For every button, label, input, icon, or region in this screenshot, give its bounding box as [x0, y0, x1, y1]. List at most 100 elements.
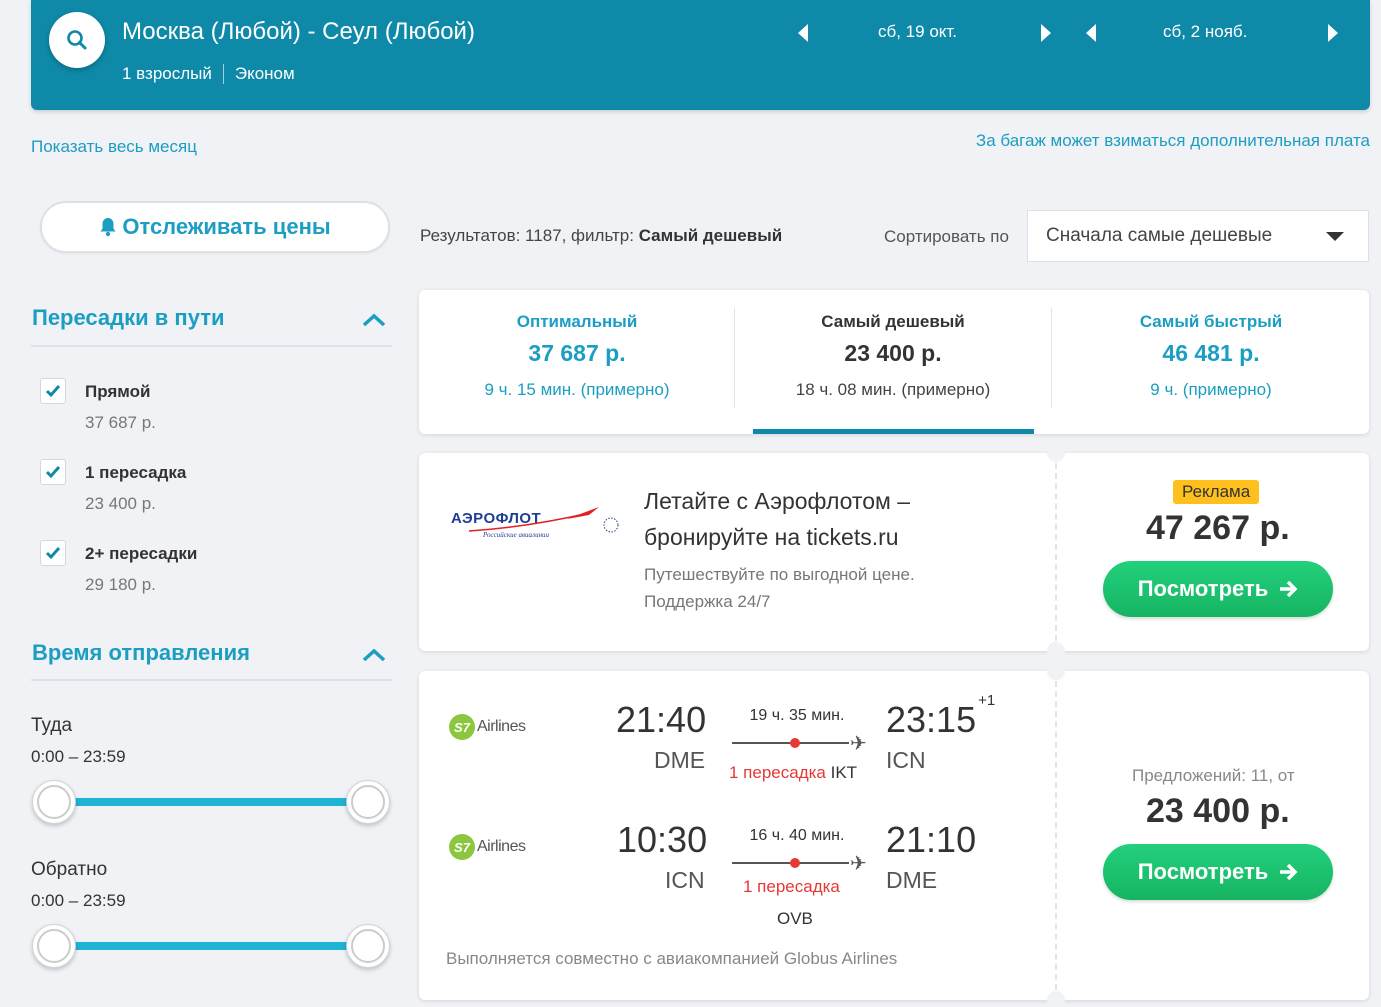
- checkmark-icon: [45, 547, 61, 560]
- track-prices-button[interactable]: Отслеживать цены: [40, 201, 390, 253]
- active-tab-indicator: [753, 429, 1034, 434]
- results-summary: Результатов: 1187, фильтр: Самый дешевый: [420, 226, 782, 246]
- departure-time-filter-title[interactable]: Время отправления: [32, 640, 250, 666]
- inbound-duration: 16 ч. 40 мин.: [749, 827, 845, 844]
- airline-name: Airlines: [477, 718, 526, 735]
- return-date[interactable]: сб, 2 нояб.: [1163, 22, 1247, 42]
- ticket-notch: [1047, 444, 1065, 462]
- s7-airlines-logo: S7 Airlines: [449, 714, 526, 740]
- return-slider-min-handle[interactable]: [32, 924, 76, 968]
- arrow-right-icon: [1280, 863, 1298, 881]
- show-month-link[interactable]: Показать весь месяц: [31, 137, 197, 157]
- tab-duration: 9 ч. (примерно): [1150, 380, 1272, 399]
- depart-date[interactable]: сб, 19 окт.: [878, 22, 957, 42]
- button-label: Посмотреть: [1137, 859, 1269, 884]
- outbound-arrive-time: 23:15 +1: [886, 692, 995, 741]
- caret-down-icon: [1326, 232, 1344, 241]
- tab-fastest[interactable]: Самый быстрый 46 481 р. 9 ч. (примерно): [1053, 290, 1369, 434]
- outbound-slider-min-handle[interactable]: [32, 780, 76, 824]
- checkbox-two-plus-stops[interactable]: [40, 540, 66, 566]
- ticket-notch: [1047, 991, 1065, 1007]
- baggage-fee-link[interactable]: За багаж может взиматься дополнительная …: [976, 131, 1370, 151]
- next-return-date-icon[interactable]: [1328, 24, 1338, 42]
- stop-option-price: 23 400 р.: [85, 494, 156, 513]
- inbound-depart-code: ICN: [665, 867, 705, 893]
- stop-option-label[interactable]: 2+ пересадки: [85, 544, 197, 564]
- tab-price: 46 481 р.: [1162, 340, 1260, 366]
- checkbox-direct[interactable]: [40, 378, 66, 404]
- outbound-duration: 19 ч. 35 мин.: [749, 707, 845, 724]
- divider: [31, 679, 392, 681]
- plane-icon: ✈: [850, 733, 867, 755]
- ad-description: Путешествуйте по выгодной цене. Поддержк…: [644, 565, 915, 611]
- return-slider-max-handle[interactable]: [346, 924, 390, 968]
- tab-title: Оптимальный: [516, 312, 638, 331]
- ad-card[interactable]: АЭРОФЛОТ Российские авиалинии Летайте с …: [419, 444, 1369, 660]
- stop-dot: [790, 738, 800, 748]
- track-prices-label: Отслеживать цены: [122, 214, 331, 239]
- inbound-arrive-time: 21:10: [886, 819, 977, 860]
- flight-price: 23 400 р.: [1146, 792, 1290, 830]
- flight-view-button[interactable]: Посмотреть: [1103, 844, 1333, 900]
- results-count: Результатов: 1187, фильтр:: [420, 226, 639, 245]
- divider: [31, 345, 392, 347]
- sort-tabs: Оптимальный 37 687 р. 9 ч. 15 мин. (прим…: [419, 290, 1369, 434]
- stops-filter-title[interactable]: Пересадки в пути: [32, 305, 225, 331]
- airline-name: Airlines: [477, 838, 526, 855]
- active-filter: Самый дешевый: [638, 226, 783, 245]
- flight-result-card[interactable]: S7 Airlines 21:40 DME 19 ч. 35 мин. ✈ 1 п…: [419, 662, 1369, 1007]
- checkbox-one-stop[interactable]: [40, 459, 66, 485]
- tab-optimal[interactable]: Оптимальный 37 687 р. 9 ч. 15 мин. (прим…: [419, 290, 735, 434]
- stop-dot: [790, 858, 800, 868]
- outbound-transfer[interactable]: 1 пересадка IKT: [729, 763, 857, 783]
- tab-duration: 9 ч. 15 мин. (примерно): [484, 380, 670, 399]
- tab-price: 37 687 р.: [528, 340, 626, 366]
- route-title[interactable]: Москва (Любой) - Сеул (Любой): [122, 18, 475, 46]
- ad-title[interactable]: Летайте с Аэрофлотом – бронируйте на tic…: [644, 483, 974, 555]
- offers-count[interactable]: Предложений: 11, от: [1132, 766, 1295, 786]
- arrow-right-icon: [1280, 580, 1298, 598]
- inbound-transfer[interactable]: 1 пересадка: [743, 877, 840, 897]
- outbound-arrive-code: ICN: [886, 747, 926, 773]
- return-range: 0:00 – 23:59: [31, 891, 126, 910]
- s7-logo-mark: S7: [449, 714, 475, 740]
- s7-airlines-logo: S7 Airlines: [449, 834, 526, 860]
- inbound-transfer-airport: OVB: [777, 909, 813, 928]
- aeroflot-logo: АЭРОФЛОТ Российские авиалинии: [449, 503, 629, 558]
- chevron-up-icon[interactable]: [362, 313, 386, 327]
- tab-title: Самый быстрый: [1139, 312, 1283, 331]
- outbound-depart-time: 21:40: [616, 699, 707, 740]
- outbound-depart-code: DME: [654, 747, 706, 773]
- bell-icon: [100, 218, 116, 237]
- next-depart-date-icon[interactable]: [1041, 24, 1051, 42]
- outbound-slider-max-handle[interactable]: [346, 780, 390, 824]
- search-button[interactable]: [49, 12, 105, 68]
- checkmark-icon: [45, 385, 61, 398]
- prev-depart-date-icon[interactable]: [798, 24, 808, 42]
- tab-cheapest[interactable]: Самый дешевый 23 400 р. 18 ч. 08 мин. (п…: [735, 290, 1051, 434]
- sort-dropdown[interactable]: Сначала самые дешевые: [1027, 210, 1369, 262]
- day-offset: +1: [978, 692, 996, 709]
- stop-option-label[interactable]: 1 пересадка: [85, 463, 186, 483]
- stop-option-label[interactable]: Прямой: [85, 382, 151, 402]
- ad-price: 47 267 р.: [1146, 509, 1290, 547]
- ad-view-button[interactable]: Посмотреть: [1103, 561, 1333, 617]
- return-slider-track[interactable]: [54, 942, 368, 950]
- tab-duration: 18 ч. 08 мин. (примерно): [795, 380, 991, 399]
- chevron-up-icon[interactable]: [362, 648, 386, 662]
- operated-by-note: Выполняется совместно с авиакомпанией Gl…: [446, 949, 898, 968]
- arrive-time-value: 23:15: [886, 699, 977, 740]
- outbound-slider-track[interactable]: [54, 798, 368, 806]
- transfer-count: 1 пересадка: [729, 763, 826, 782]
- passenger-info[interactable]: 1 взрослый Эконом: [122, 64, 295, 84]
- divider: [1051, 308, 1052, 408]
- prev-return-date-icon[interactable]: [1086, 24, 1096, 42]
- sort-label: Сортировать по: [884, 227, 1009, 246]
- sort-value: Сначала самые дешевые: [1046, 225, 1273, 246]
- tab-title: Самый дешевый: [821, 312, 965, 331]
- ticket-notch: [1047, 662, 1065, 680]
- ticket-perforation: [1055, 463, 1057, 641]
- search-summary-bar: Москва (Любой) - Сеул (Любой) 1 взрослый…: [31, 0, 1370, 110]
- button-label: Посмотреть: [1137, 576, 1269, 601]
- tab-price: 23 400 р.: [844, 340, 942, 366]
